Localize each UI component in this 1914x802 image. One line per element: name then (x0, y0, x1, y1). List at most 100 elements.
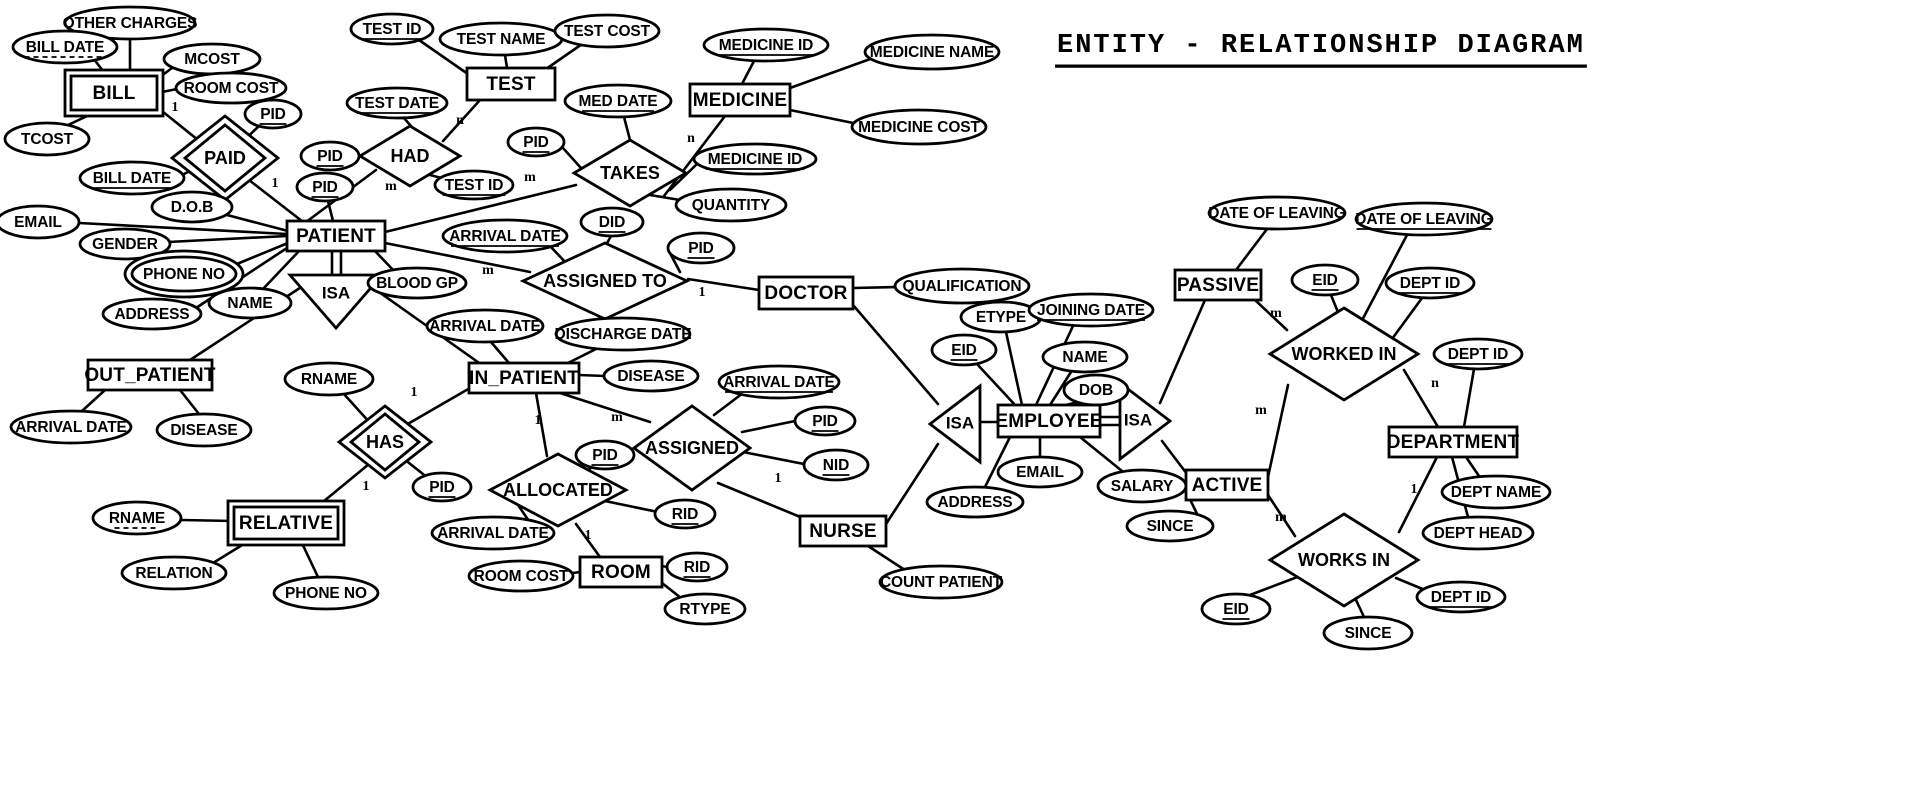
attribute-wi_eid[interactable]: EID (1290, 263, 1360, 297)
attribute-emp_name[interactable]: NAME (1041, 340, 1129, 374)
attribute-works_eid[interactable]: EID (1200, 592, 1272, 626)
attribute-asg_nid[interactable]: NID (802, 448, 870, 482)
relationship-assigned_to[interactable]: ASSIGNED TO (519, 241, 691, 321)
entity-in_patient[interactable]: IN_PATIENT (467, 361, 581, 395)
attribute-works_dept_id[interactable]: DEPT ID (1415, 580, 1507, 614)
entity-nurse[interactable]: NURSE (798, 514, 888, 548)
entity-room[interactable]: ROOM (578, 555, 664, 589)
entity-doctor[interactable]: DOCTOR (757, 275, 855, 311)
attribute-alloc_rid[interactable]: RID (653, 498, 717, 530)
attribute-asgto_pid[interactable]: PID (666, 231, 736, 265)
attribute-takes_medicine_id[interactable]: MEDICINE ID (692, 142, 818, 176)
connection-line (660, 581, 683, 600)
attribute-med_medicine_name[interactable]: MEDICINE NAME (863, 33, 1001, 71)
attribute-dept_dept_id[interactable]: DEPT ID (1432, 337, 1524, 371)
cardinality-card_passive_wi: m (1270, 306, 1282, 321)
attribute-outpat_disease[interactable]: DISEASE (155, 412, 253, 448)
attribute-label: DOB (1079, 382, 1113, 399)
attribute-had_test_id[interactable]: TEST ID (433, 169, 515, 201)
entity-active[interactable]: ACTIVE (1184, 468, 1270, 502)
attribute-inpat_discharge[interactable]: DISCHARGE DATE (555, 316, 692, 352)
attribute-emp_email[interactable]: EMAIL (996, 455, 1084, 489)
attribute-dept_dept_name[interactable]: DEPT NAME (1440, 474, 1552, 510)
attribute-label: NID (823, 457, 849, 474)
relationship-isa_left[interactable]: ISA (927, 383, 982, 465)
attribute-works_since[interactable]: SINCE (1322, 615, 1414, 651)
attribute-rel_rname[interactable]: RNAME (91, 500, 183, 536)
entity-patient[interactable]: PATIENT (285, 219, 387, 253)
attribute-pat_name[interactable]: NAME (207, 286, 293, 320)
entity-passive[interactable]: PASSIVE (1173, 268, 1263, 302)
relationship-paid[interactable]: PAID (169, 114, 281, 202)
attribute-pat_blood_gp[interactable]: BLOOD GP (366, 266, 468, 300)
attribute-label: D.O.B (171, 199, 214, 216)
attribute-passive_dol[interactable]: DATE OF LEAVING (1207, 195, 1347, 231)
attribute-alloc_pid[interactable]: PID (574, 439, 636, 471)
entity-label: OUT_PATIENT (84, 365, 216, 386)
attribute-room_rid[interactable]: RID (665, 551, 729, 583)
attribute-test_test_name[interactable]: TEST NAME (438, 21, 564, 57)
attribute-takes_quantity[interactable]: QUANTITY (674, 187, 788, 223)
attribute-inpat_disease[interactable]: DISEASE (602, 359, 700, 393)
relationship-worked_in[interactable]: WORKED IN (1267, 306, 1421, 402)
attribute-has_pid[interactable]: PID (411, 471, 473, 503)
attribute-outpat_arrival[interactable]: ARRIVAL DATE (9, 409, 133, 445)
attribute-pat_pid[interactable]: PID (295, 171, 355, 203)
attribute-room_rtype[interactable]: RTYPE (663, 592, 747, 626)
connection-line (1158, 298, 1207, 405)
attribute-asg_pid[interactable]: PID (793, 405, 857, 437)
attribute-doc_qualification[interactable]: QUALIFICATION (893, 267, 1031, 305)
attribute-wi_dol[interactable]: DATE OF LEAVING (1354, 201, 1494, 237)
attribute-paid_bill_date[interactable]: BILL DATE (78, 160, 186, 196)
attribute-had_test_date[interactable]: TEST DATE (345, 86, 449, 120)
entity-test[interactable]: TEST (465, 66, 557, 102)
attribute-asgto_did[interactable]: DID (579, 206, 645, 238)
attribute-emp_eid[interactable]: EID (930, 333, 998, 367)
attribute-emp_salary[interactable]: SALARY (1096, 468, 1188, 504)
entity-relative[interactable]: RELATIVE (226, 499, 346, 547)
attribute-test_test_cost[interactable]: TEST COST (553, 13, 661, 49)
attribute-emp_dob[interactable]: DOB (1062, 373, 1130, 407)
attribute-asg_arrival_date[interactable]: ARRIVAL DATE (717, 364, 841, 400)
attribute-inpat_arrival_date[interactable]: ARRIVAL DATE (425, 308, 545, 344)
attribute-bill_mcost[interactable]: MCOST (162, 42, 262, 76)
relationship-has[interactable]: HAS (336, 404, 434, 480)
attribute-pat_email[interactable]: EMAIL (0, 204, 81, 240)
relationship-works_in[interactable]: WORKS IN (1267, 512, 1421, 608)
entity-employee[interactable]: EMPLOYEE (995, 403, 1102, 439)
attribute-bill_bill_date[interactable]: BILL DATE (11, 29, 119, 65)
attribute-alloc_arrival_date[interactable]: ARRIVAL DATE (430, 515, 556, 551)
attribute-pat_dob[interactable]: D.O.B (150, 190, 234, 224)
attribute-takes_med_date[interactable]: MED DATE (563, 83, 673, 119)
attribute-had_pid[interactable]: PID (299, 140, 361, 172)
attribute-emp_address[interactable]: ADDRESS (925, 485, 1025, 519)
entity-department[interactable]: DEPARTMENT (1387, 425, 1520, 459)
entity-medicine[interactable]: MEDICINE (688, 82, 792, 118)
attribute-has_rname[interactable]: RNAME (283, 361, 375, 397)
attribute-test_test_id[interactable]: TEST ID (349, 12, 435, 46)
attribute-bill_room_cost[interactable]: ROOM COST (174, 71, 288, 105)
attribute-nurse_count[interactable]: COUNT PATIENT (878, 564, 1004, 600)
attribute-takes_pid[interactable]: PID (506, 126, 566, 158)
attribute-active_since[interactable]: SINCE (1125, 509, 1215, 543)
relationship-takes[interactable]: TAKES (571, 138, 689, 208)
cardinality-card_paid_pat: 1 (272, 176, 279, 191)
attribute-asgto_arrival_date[interactable]: ARRIVAL DATE (441, 218, 569, 254)
entity-bill[interactable]: BILL (63, 68, 165, 118)
attribute-rel_phone_no[interactable]: PHONE NO (272, 575, 380, 611)
entity-label: ROOM (591, 562, 651, 583)
attribute-wi_dept_id[interactable]: DEPT ID (1384, 266, 1476, 300)
attribute-pat_address[interactable]: ADDRESS (101, 297, 203, 331)
relationship-assigned[interactable]: ASSIGNED (631, 404, 753, 492)
attribute-label: SALARY (1111, 478, 1174, 495)
attribute-label: DISEASE (617, 368, 684, 385)
attribute-emp_joining_date[interactable]: JOINING DATE (1027, 292, 1155, 328)
attribute-paid_pid[interactable]: PID (243, 98, 303, 130)
attribute-med_medicine_cost[interactable]: MEDICINE COST (850, 108, 988, 146)
entity-out_patient[interactable]: OUT_PATIENT (84, 358, 216, 392)
attribute-dept_dept_head[interactable]: DEPT HEAD (1421, 515, 1535, 551)
attribute-bill_tcost[interactable]: TCOST (3, 121, 91, 157)
attribute-med_medicine_id[interactable]: MEDICINE ID (702, 27, 830, 63)
attribute-rel_relation[interactable]: RELATION (120, 555, 228, 591)
attribute-room_room_cost[interactable]: ROOM COST (467, 559, 575, 593)
